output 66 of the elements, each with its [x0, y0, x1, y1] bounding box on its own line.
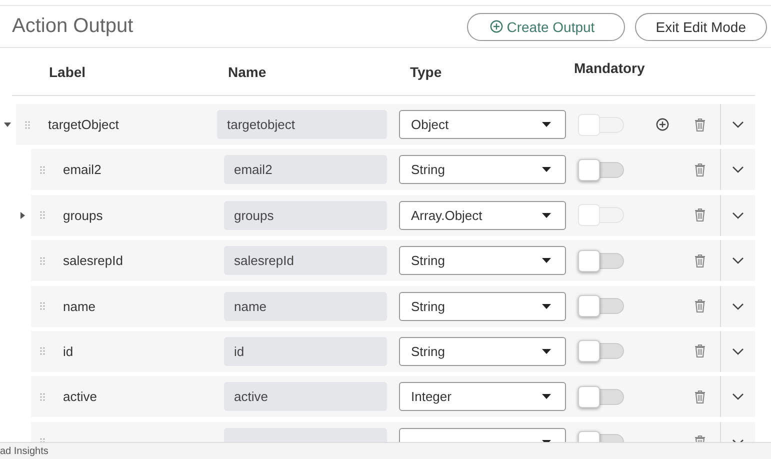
dropdown-caret-icon [542, 348, 551, 354]
chevron-down-icon[interactable] [732, 393, 744, 400]
add-circle-icon[interactable] [656, 118, 668, 131]
plus-circle-icon [490, 20, 503, 33]
page-title: Action Output [12, 15, 134, 38]
mandatory-toggle[interactable] [578, 158, 624, 181]
type-dropdown[interactable]: String [399, 336, 566, 366]
status-text: ad Insights [0, 446, 48, 456]
trash-icon[interactable] [694, 208, 706, 222]
chevron-down-icon[interactable] [732, 121, 744, 128]
drag-handle-icon[interactable] [40, 211, 45, 220]
chevron-down-icon[interactable] [732, 212, 744, 219]
trash-icon[interactable] [694, 254, 706, 268]
column-header: Mandatory [574, 60, 645, 76]
column-header: Label [49, 64, 87, 80]
label-text: email2 [63, 162, 102, 178]
type-dropdown[interactable]: String [399, 246, 566, 276]
dropdown-caret-icon [542, 258, 551, 264]
type-dropdown[interactable]: Object [399, 110, 566, 139]
dropdown-caret-icon [542, 122, 551, 127]
label-text: active [63, 389, 98, 404]
name-field[interactable]: id [224, 336, 387, 366]
drag-handle-icon[interactable] [40, 166, 45, 174]
dropdown-caret-icon [542, 212, 551, 218]
label-text: groups [63, 208, 104, 223]
dropdown-caret-icon [542, 304, 551, 309]
chevron-down-icon[interactable] [732, 257, 744, 264]
type-dropdown[interactable]: Integer [399, 382, 566, 412]
expand-caret-icon[interactable] [19, 212, 26, 219]
drag-handle-icon[interactable] [40, 392, 45, 401]
label-text: id [63, 344, 74, 359]
create-output-button[interactable]: Create Output [466, 12, 625, 40]
drag-handle-icon[interactable] [40, 347, 45, 356]
type-dropdown[interactable]: String [399, 155, 566, 184]
label-text: targetObject [48, 117, 120, 132]
collapse-caret-icon[interactable] [4, 121, 11, 128]
column-header: Name [228, 64, 268, 80]
chevron-down-icon[interactable] [732, 166, 744, 174]
name-field[interactable]: groups [224, 200, 387, 230]
column-header: Type [410, 64, 443, 80]
drag-handle-icon[interactable] [25, 120, 30, 128]
name-field[interactable]: email2 [224, 155, 387, 184]
name-field[interactable]: active [224, 382, 387, 412]
chevron-down-icon[interactable] [732, 348, 744, 355]
name-field[interactable]: targetobject [217, 110, 387, 139]
label-text: salesrepId [63, 253, 124, 268]
exit-edit-button[interactable]: Exit Edit Mode [634, 12, 767, 40]
trash-icon[interactable] [694, 344, 706, 358]
mandatory-toggle[interactable] [578, 250, 624, 272]
mandatory-toggle[interactable] [578, 386, 624, 408]
type-dropdown[interactable]: Array.Object [399, 200, 566, 230]
chevron-down-icon[interactable] [732, 302, 744, 310]
dropdown-caret-icon [542, 167, 551, 172]
drag-handle-icon[interactable] [40, 256, 45, 265]
type-dropdown[interactable]: String [399, 292, 566, 321]
trash-icon[interactable] [694, 390, 706, 404]
mandatory-toggle[interactable] [578, 295, 624, 318]
mandatory-toggle[interactable] [578, 340, 624, 362]
name-field[interactable]: salesrepId [224, 246, 387, 276]
name-field[interactable]: name [224, 292, 387, 321]
drag-handle-icon[interactable] [40, 302, 45, 310]
trash-icon[interactable] [694, 162, 706, 177]
label-text: name [63, 298, 97, 314]
dropdown-caret-icon [542, 394, 551, 400]
trash-icon[interactable] [694, 299, 706, 314]
trash-icon[interactable] [694, 118, 706, 132]
